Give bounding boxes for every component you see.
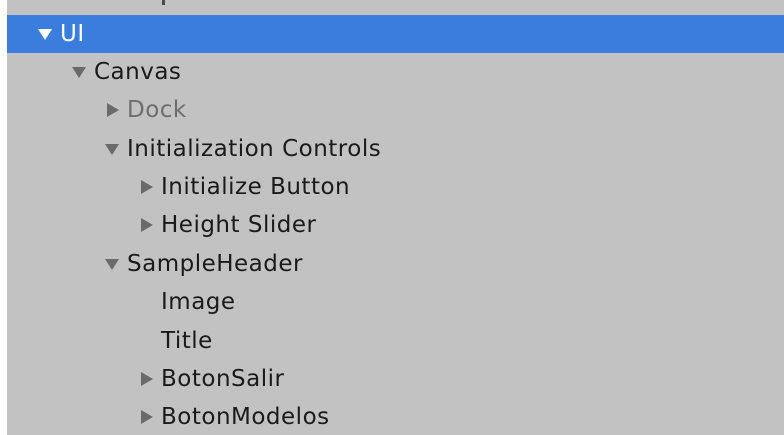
tree-item-height-slider[interactable]: Height Slider (7, 206, 784, 244)
tree-item-label: Dock (127, 97, 187, 123)
tree-item-label: Title (161, 328, 213, 354)
tree-item-label: Image (161, 289, 236, 315)
tree-item-label: Canvas (94, 59, 182, 85)
tree-item-label: Initialization Controls (127, 136, 382, 162)
tree-item-label: SampleHeader (127, 251, 303, 277)
tree-item-initialize-button[interactable]: Initialize Button (7, 168, 784, 206)
hierarchy-panel: UI Canvas Dock Initialization Controls I… (7, 0, 784, 435)
expanded-arrow-icon[interactable] (101, 253, 123, 275)
tree-item-label: BotonModelos (161, 404, 330, 430)
tree-item-label: Initialize Button (161, 174, 351, 200)
collapsed-arrow-icon[interactable] (135, 368, 157, 390)
scroll-tick (162, 0, 165, 5)
panel-top-edge (7, 0, 784, 13)
collapsed-arrow-icon[interactable] (135, 214, 157, 236)
expanded-arrow-icon[interactable] (68, 61, 90, 83)
collapsed-arrow-icon[interactable] (101, 99, 123, 121)
tree-item-canvas[interactable]: Canvas (7, 53, 784, 91)
tree-item-botonsalir[interactable]: BotonSalir (7, 360, 784, 398)
tree-item-initialization-controls[interactable]: Initialization Controls (7, 130, 784, 168)
expanded-arrow-icon[interactable] (34, 23, 56, 45)
collapsed-arrow-icon[interactable] (135, 406, 157, 428)
tree-item-label: BotonSalir (161, 366, 285, 392)
tree-item-sampleheader[interactable]: SampleHeader (7, 245, 784, 283)
tree-item-botonmodelos[interactable]: BotonModelos (7, 398, 784, 435)
tree-item-dock[interactable]: Dock (7, 91, 784, 129)
collapsed-arrow-icon[interactable] (135, 176, 157, 198)
tree-item-title[interactable]: Title (7, 322, 784, 360)
tree-item-ui[interactable]: UI (7, 15, 784, 53)
tree-item-label: UI (60, 21, 85, 47)
expanded-arrow-icon[interactable] (101, 138, 123, 160)
tree-item-label: Height Slider (161, 212, 317, 238)
tree-item-image[interactable]: Image (7, 283, 784, 321)
